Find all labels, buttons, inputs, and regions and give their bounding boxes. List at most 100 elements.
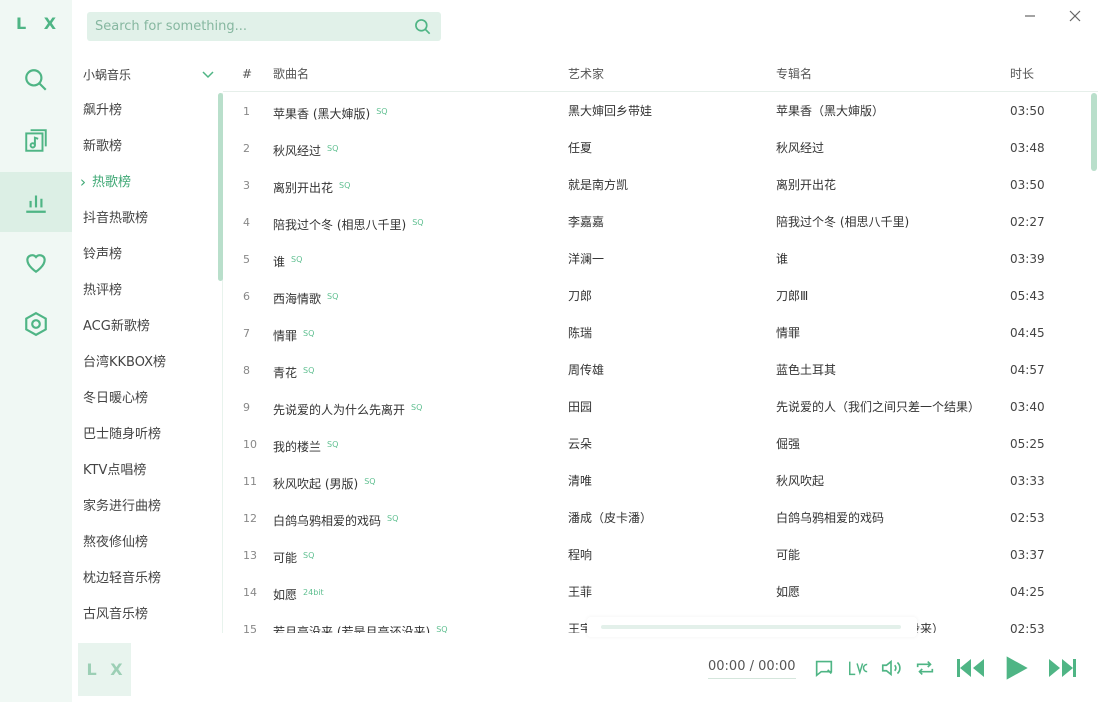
next-button[interactable] [1047, 657, 1077, 679]
table-row[interactable]: 4 陪我过个冬 (相思八千里) SQ 李嘉嘉 陪我过个冬 (相思八千里) 02:27 [223, 204, 1088, 241]
track-number: 14 [243, 586, 257, 599]
leaderboard-item[interactable]: 家务进行曲榜 [72, 489, 222, 525]
track-album[interactable]: 情罪 [776, 315, 1006, 352]
track-duration: 04:45 [1010, 326, 1045, 340]
chevron-down-icon [202, 71, 214, 79]
nav-playlist[interactable] [0, 111, 72, 171]
track-album[interactable]: 倔强 [776, 426, 1006, 463]
leaderboard-item[interactable]: 新歌榜 [72, 129, 222, 165]
nav-settings[interactable] [0, 294, 72, 354]
leaderboard-item[interactable]: 铃声榜 [72, 237, 222, 273]
track-duration: 02:53 [1010, 511, 1045, 525]
track-number: 10 [243, 438, 257, 451]
track-artist[interactable]: 刀郎 [568, 278, 768, 315]
track-artist[interactable]: 清唯 [568, 463, 768, 500]
track-title-cell: 我的楼兰 SQ [273, 426, 563, 463]
track-artist[interactable]: 王菲 [568, 574, 768, 611]
previous-icon [957, 659, 984, 677]
table-row[interactable]: 10 我的楼兰 SQ 云朵 倔强 05:25 [223, 426, 1088, 463]
track-title: 如愿 [273, 588, 298, 602]
track-title-cell: 西海情歌 SQ [273, 278, 563, 315]
search-input[interactable] [95, 19, 413, 34]
leaderboard-item[interactable]: 台湾KKBOX榜 [72, 345, 222, 381]
track-album[interactable]: 苹果香（黑大婶版） [776, 93, 1006, 130]
table-row[interactable]: 13 可能 SQ 程响 可能 03:37 [223, 537, 1088, 574]
leaderboard-item[interactable]: 飙升榜 [72, 93, 222, 129]
leaderboard-item[interactable]: 熬夜修仙榜 [72, 525, 222, 561]
col-artist[interactable]: 艺术家 [568, 56, 604, 92]
close-button[interactable] [1065, 6, 1085, 26]
col-duration[interactable]: 时长 [1010, 56, 1034, 92]
repeat-button[interactable] [914, 657, 936, 679]
track-title: 若月亮没来 (若是月亮还没来) [273, 625, 431, 633]
track-album[interactable]: 刀郎Ⅲ [776, 278, 1006, 315]
col-title[interactable]: 歌曲名 [273, 56, 309, 92]
previous-button[interactable] [956, 657, 986, 679]
track-artist[interactable]: 程响 [568, 537, 768, 574]
track-title: 秋风经过 [273, 144, 322, 158]
track-title-cell: 苹果香 (黑大婶版) SQ [273, 93, 563, 130]
track-album[interactable]: 蓝色土耳其 [776, 352, 1006, 389]
volume-button[interactable] [880, 657, 902, 679]
table-row[interactable]: 5 谁 SQ 洋澜一谁 03:39 [223, 241, 1088, 278]
leaderboard-item[interactable]: 巴士随身听榜 [72, 417, 222, 453]
leaderboard-item[interactable]: 古风音乐榜 [72, 597, 222, 633]
track-artist[interactable]: 黑大婶回乡带娃 [568, 93, 768, 130]
track-album[interactable]: 可能 [776, 537, 1006, 574]
nav-leaderboard[interactable] [0, 172, 72, 232]
track-album[interactable]: 先说爱的人（我们之间只差一个结果） [776, 389, 1006, 426]
play-button[interactable] [1002, 654, 1030, 682]
leaderboard-item[interactable]: KTV点唱榜 [72, 453, 222, 489]
comment-icon [815, 660, 833, 678]
volume-icon [881, 659, 901, 677]
leaderboard-item[interactable]: 热歌榜 [72, 164, 222, 201]
track-album[interactable]: 秋风经过 [776, 130, 1006, 167]
table-row[interactable]: 14 如愿 24bit 王菲 如愿 04:25 [223, 574, 1088, 611]
table-scrollbar[interactable] [1091, 93, 1097, 171]
track-artist[interactable]: 李嘉嘉 [568, 204, 768, 241]
col-album[interactable]: 专辑名 [776, 56, 812, 92]
play-time: 00:00 / 00:00 [708, 659, 796, 679]
progress-bar[interactable] [601, 625, 901, 629]
source-select[interactable]: 小蜗音乐 [72, 56, 222, 92]
minimize-button[interactable] [1020, 6, 1040, 26]
table-row[interactable]: 8 青花 SQ 周传雄 蓝色土耳其 04:57 [223, 352, 1088, 389]
track-album[interactable]: 如愿 [776, 574, 1006, 611]
app-logo: L X [15, 14, 63, 33]
table-row[interactable]: 3 离别开出花 SQ 就是南方凯 离别开出花 03:50 [223, 167, 1088, 204]
comment-button[interactable] [813, 657, 835, 679]
settings-icon [25, 311, 47, 337]
track-album[interactable]: 秋风吹起 [776, 463, 1006, 500]
lyrics-button[interactable] [847, 657, 869, 679]
table-row[interactable]: 1 苹果香 (黑大婶版) SQ 黑大婶回乡带娃 苹果香（黑大婶版） 03:50 [223, 93, 1088, 130]
table-row[interactable]: 6 西海情歌 SQ 刀郎 刀郎Ⅲ 05:43 [223, 278, 1088, 315]
table-row[interactable]: 2 秋风经过 SQ 任夏 秋风经过 03:48 [223, 130, 1088, 167]
track-album[interactable]: 谁 [776, 241, 1006, 278]
player-bar: L X 00:00 / 00:00 [72, 617, 1098, 702]
track-artist[interactable]: 陈瑞 [568, 315, 768, 352]
table-row[interactable]: 7 情罪 SQ 陈瑞 情罪 04:45 [223, 315, 1088, 352]
track-album[interactable]: 白鸽乌鸦相爱的戏码 [776, 500, 1006, 537]
album-cover[interactable]: L X [78, 643, 131, 696]
track-artist[interactable]: 周传雄 [568, 352, 768, 389]
table-row[interactable]: 9 先说爱的人为什么先离开 SQ 田园 先说爱的人（我们之间只差一个结果） 03:40 [223, 389, 1088, 426]
table-row[interactable]: 12 白鸽乌鸦相爱的戏码 SQ 潘成（皮卡潘） 白鸽乌鸦相爱的戏码 02:53 [223, 500, 1088, 537]
nav-search[interactable] [0, 50, 72, 110]
track-artist[interactable]: 云朵 [568, 426, 768, 463]
track-artist[interactable]: 就是南方凯 [568, 167, 768, 204]
track-album[interactable]: 陪我过个冬 (相思八千里) [776, 204, 1006, 241]
table-row[interactable]: 11 秋风吹起 (男版) SQ 清唯 秋风吹起 03:33 [223, 463, 1088, 500]
leaderboard-item[interactable]: ACG新歌榜 [72, 309, 222, 345]
leaderboard-item[interactable]: 热评榜 [72, 273, 222, 309]
track-artist[interactable]: 田园 [568, 389, 768, 426]
leaderboard-item[interactable]: 枕边轻音乐榜 [72, 561, 222, 597]
track-artist[interactable]: 洋澜一 [568, 241, 768, 278]
track-album[interactable]: 离别开出花 [776, 167, 1006, 204]
search-icon[interactable] [413, 17, 433, 37]
nav-favorites[interactable] [0, 233, 72, 293]
leaderboard-item[interactable]: 抖音热歌榜 [72, 201, 222, 237]
track-artist[interactable]: 潘成（皮卡潘） [568, 500, 768, 537]
track-title: 苹果香 (黑大婶版) [273, 107, 371, 121]
track-artist[interactable]: 任夏 [568, 130, 768, 167]
leaderboard-item[interactable]: 冬日暖心榜 [72, 381, 222, 417]
